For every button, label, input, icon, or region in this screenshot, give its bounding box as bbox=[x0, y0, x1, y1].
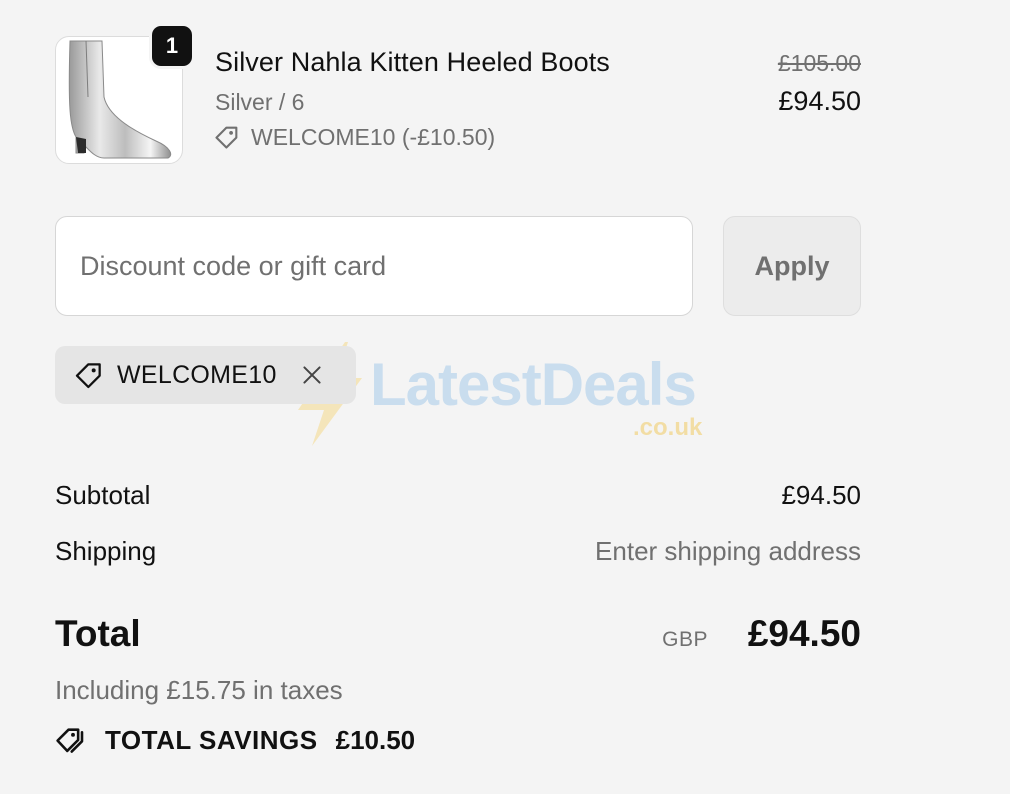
applied-code-chip: WELCOME10 bbox=[55, 346, 356, 404]
price-original: £105.00 bbox=[777, 50, 861, 76]
applied-code-label: WELCOME10 bbox=[117, 360, 277, 389]
subtotal-label: Subtotal bbox=[55, 480, 151, 510]
apply-button[interactable]: Apply bbox=[723, 216, 861, 316]
total-savings: TOTAL SAVINGS £10.50 bbox=[55, 724, 415, 756]
savings-label: TOTAL SAVINGS bbox=[105, 724, 318, 755]
product-discount-text: WELCOME10 (-£10.50) bbox=[251, 124, 496, 150]
product-discount-line: WELCOME10 (-£10.50) bbox=[213, 122, 495, 152]
tag-icon bbox=[215, 126, 238, 149]
total-label: Total bbox=[55, 613, 141, 654]
total-value: £94.50 bbox=[747, 613, 861, 654]
remove-code-button[interactable] bbox=[299, 362, 325, 388]
watermark-text: LatestDeals bbox=[370, 351, 697, 418]
savings-value: £10.50 bbox=[335, 724, 416, 755]
watermark-subtext: .co.uk bbox=[633, 414, 703, 441]
tax-note: Including £15.75 in taxes bbox=[55, 675, 343, 705]
shipping-value: Enter shipping address bbox=[595, 536, 861, 566]
tag-icon bbox=[75, 363, 101, 389]
total-currency: GBP bbox=[662, 628, 708, 651]
product-name: Silver Nahla Kitten Heeled Boots bbox=[215, 47, 610, 77]
tags-icon bbox=[56, 728, 84, 753]
quantity-badge: 1 bbox=[152, 26, 192, 66]
subtotal-value: £94.50 bbox=[781, 480, 861, 510]
price-final: £94.50 bbox=[778, 86, 861, 116]
product-variant: Silver / 6 bbox=[215, 89, 305, 115]
shipping-label: Shipping bbox=[55, 536, 157, 566]
close-icon bbox=[303, 366, 321, 384]
discount-code-input[interactable] bbox=[55, 216, 693, 316]
